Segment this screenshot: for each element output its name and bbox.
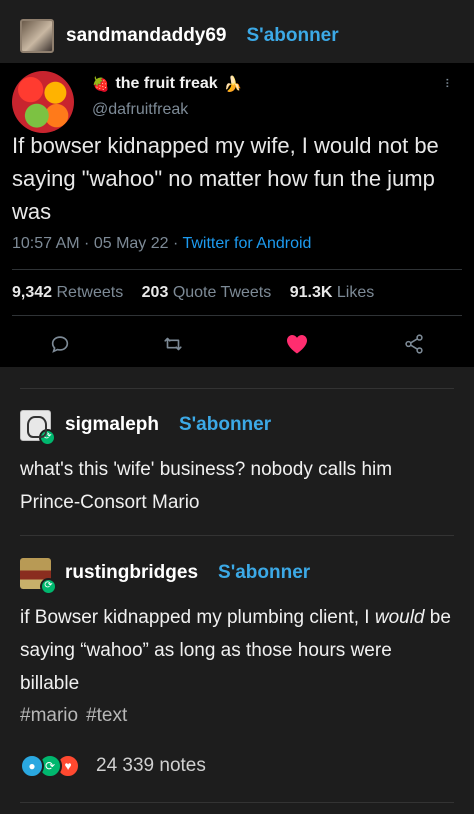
- reblog-text-emphasis: would: [374, 607, 425, 628]
- tweet-text: If bowser kidnapped my wife, I would not…: [12, 133, 439, 224]
- strawberry-icon: 🍓: [92, 75, 110, 92]
- banana-icon: 🍌: [223, 76, 243, 93]
- retweet-icon: [158, 329, 188, 359]
- avatar[interactable]: ⟳: [20, 557, 57, 595]
- tweet-name-text: the fruit freak: [115, 75, 218, 92]
- tweet-stats: 9,342 Retweets 203 Quote Tweets 91.3K Li…: [12, 284, 388, 302]
- quotes-label: Quote Tweets: [172, 284, 272, 301]
- reply-icon: [45, 329, 75, 359]
- share-icon: [399, 329, 429, 359]
- notes-count[interactable]: 24 339 notes: [96, 755, 206, 777]
- tweet-meta: 10:57 AM · 05 May 22 · Twitter for Andro…: [12, 235, 311, 253]
- tweet-handle: @dafruitfreak: [92, 101, 189, 118]
- avatar[interactable]: [20, 19, 54, 53]
- notes[interactable]: ● ⟳ ♥ 24 339 notes: [20, 754, 206, 778]
- reblog-username[interactable]: rustingbridges: [65, 562, 198, 584]
- post-header: sandmandaddy69 S'abonner: [20, 16, 454, 56]
- tweet-avatar: [12, 71, 74, 133]
- divider: [20, 535, 454, 536]
- more-options-icon: ···: [439, 77, 456, 87]
- divider: [20, 802, 454, 803]
- tweet-screenshot: 🍓 the fruit freak 🍌 @dafruitfreak ··· If…: [0, 63, 474, 367]
- divider: [20, 388, 454, 389]
- reblog-text: if Bowser kidnapped my plumbing client, …: [20, 601, 454, 700]
- retweets-label: Retweets: [56, 284, 124, 301]
- quotes-count: 203: [141, 284, 169, 301]
- follow-button[interactable]: S'abonner: [247, 25, 339, 47]
- tag-text[interactable]: #text: [86, 705, 127, 726]
- reblog-badge-icon: ⟳: [39, 428, 56, 446]
- reblog-username[interactable]: sigmaleph: [65, 414, 159, 436]
- tweet-actions: [0, 329, 474, 359]
- likes-count: 91.3K: [289, 284, 333, 301]
- follow-button[interactable]: S'abonner: [218, 562, 310, 584]
- tweet-timestamp: 10:57 AM · 05 May 22 ·: [12, 235, 183, 252]
- like-heart-icon: [282, 329, 312, 359]
- divider: [12, 269, 462, 270]
- reblog-text-part: if Bowser kidnapped my plumbing client, …: [20, 607, 375, 628]
- tweet-source: Twitter for Android: [182, 235, 312, 252]
- reblog-badge-icon: ⟳: [40, 577, 57, 595]
- avatar[interactable]: ⟳: [20, 409, 56, 446]
- reblog-text: what's this 'wife' business? nobody call…: [20, 459, 393, 513]
- tags: #mario #text: [20, 705, 135, 727]
- follow-button[interactable]: S'abonner: [179, 414, 271, 436]
- retweets-count: 9,342: [12, 284, 53, 301]
- divider: [12, 315, 462, 316]
- reblog-rustingbridges: ⟳ rustingbridges S'abonner if Bowser kid…: [20, 556, 454, 700]
- likes-label: Likes: [336, 284, 375, 301]
- username[interactable]: sandmandaddy69: [66, 25, 227, 47]
- tag-mario[interactable]: #mario: [20, 705, 78, 726]
- tweet-display-name: 🍓 the fruit freak 🍌: [92, 75, 242, 93]
- reply-note-icon: ●: [20, 754, 44, 778]
- reblog-sigmaleph: ⟳ sigmaleph S'abonner what's this 'wife'…: [20, 408, 454, 519]
